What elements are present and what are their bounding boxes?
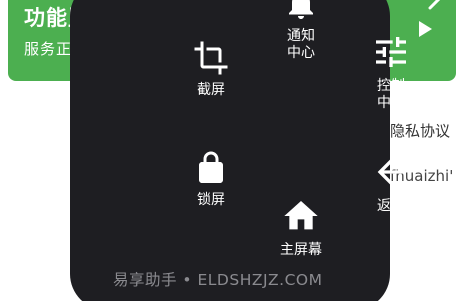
home-screen-button[interactable]: 主屏幕 bbox=[261, 196, 341, 259]
sliders-icon bbox=[376, 37, 406, 67]
chevron-icon bbox=[428, 0, 441, 10]
card-subtitle: 服务正 bbox=[24, 40, 73, 58]
lock-screen-button[interactable]: 锁屏 bbox=[171, 150, 251, 209]
notification-center-label: 通知 中心 bbox=[287, 28, 315, 61]
control-center-button[interactable]: 控制 中心 bbox=[351, 32, 431, 112]
assistive-touch-menu: 通知 中心 截屏 控制 中心 锁屏 返回 主屏幕 bbox=[70, 0, 406, 301]
bell-icon bbox=[289, 0, 313, 19]
back-label: 返回 bbox=[377, 198, 405, 214]
watermark: 易享助手 • ELDSHZJZ.COM bbox=[113, 271, 323, 289]
screenshot-button[interactable]: 截屏 bbox=[171, 40, 251, 99]
screenshot-label: 截屏 bbox=[197, 82, 225, 98]
arrow-left-icon bbox=[377, 158, 405, 186]
notification-center-button[interactable]: 通知 中心 bbox=[261, 0, 341, 62]
home-icon bbox=[284, 201, 318, 230]
lock-screen-label: 锁屏 bbox=[197, 192, 225, 208]
home-screen-label: 主屏幕 bbox=[280, 242, 322, 258]
lock-icon bbox=[199, 151, 223, 183]
back-button[interactable]: 返回 bbox=[351, 152, 431, 215]
control-center-label: 控制 中心 bbox=[377, 78, 405, 111]
crop-icon bbox=[194, 41, 228, 75]
privacy-policy-link[interactable]: 隐私协议 bbox=[390, 120, 450, 141]
screen: 功能监 服务正 隐私协议 fhuaizhi' 通知 中心 截屏 控制 中心 锁屏… bbox=[0, 0, 464, 301]
